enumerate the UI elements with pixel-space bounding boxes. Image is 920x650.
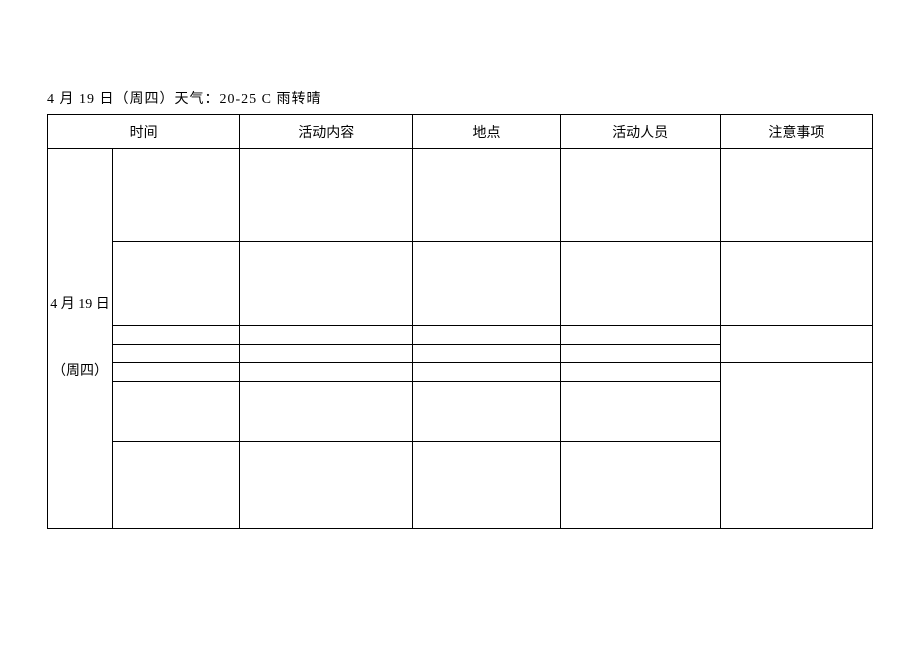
- cell-personnel: [560, 242, 720, 326]
- cell-notes: [720, 149, 872, 242]
- cell-personnel: [560, 363, 720, 382]
- table-row: 4 月 19 日 （周四）: [48, 149, 873, 242]
- cell-location: [413, 149, 560, 242]
- cell-personnel: [560, 345, 720, 363]
- cell-location: [413, 345, 560, 363]
- cell-activity: [240, 242, 413, 326]
- cell-activity: [240, 149, 413, 242]
- page-heading: 4 月 19 日（周四）天气：20-25 C 雨转晴: [47, 88, 873, 108]
- cell-time: [113, 442, 240, 529]
- cell-personnel: [560, 326, 720, 345]
- header-personnel: 活动人员: [560, 115, 720, 149]
- date-cell: 4 月 19 日 （周四）: [48, 149, 113, 529]
- cell-personnel: [560, 442, 720, 529]
- header-notes: 注意事项: [720, 115, 872, 149]
- table-row: [48, 326, 873, 345]
- cell-notes: [720, 363, 872, 529]
- cell-activity: [240, 345, 413, 363]
- cell-activity: [240, 363, 413, 382]
- cell-notes: [720, 242, 872, 326]
- cell-activity: [240, 382, 413, 442]
- cell-time: [113, 382, 240, 442]
- cell-activity: [240, 442, 413, 529]
- cell-location: [413, 382, 560, 442]
- cell-activity: [240, 326, 413, 345]
- cell-notes: [720, 326, 872, 363]
- table-header-row: 时间 活动内容 地点 活动人员 注意事项: [48, 115, 873, 149]
- header-activity: 活动内容: [240, 115, 413, 149]
- header-location: 地点: [413, 115, 560, 149]
- cell-time: [113, 363, 240, 382]
- cell-time: [113, 326, 240, 345]
- cell-personnel: [560, 382, 720, 442]
- date-text: 4 月 19 日: [48, 288, 112, 322]
- header-time: 时间: [48, 115, 240, 149]
- table-row: [48, 242, 873, 326]
- day-text: （周四）: [48, 355, 112, 389]
- table-row: [48, 363, 873, 382]
- cell-location: [413, 442, 560, 529]
- cell-location: [413, 242, 560, 326]
- cell-location: [413, 326, 560, 345]
- cell-time: [113, 149, 240, 242]
- cell-location: [413, 363, 560, 382]
- schedule-table: 时间 活动内容 地点 活动人员 注意事项 4 月 19 日 （周四）: [47, 114, 873, 529]
- cell-time: [113, 345, 240, 363]
- cell-personnel: [560, 149, 720, 242]
- cell-time: [113, 242, 240, 326]
